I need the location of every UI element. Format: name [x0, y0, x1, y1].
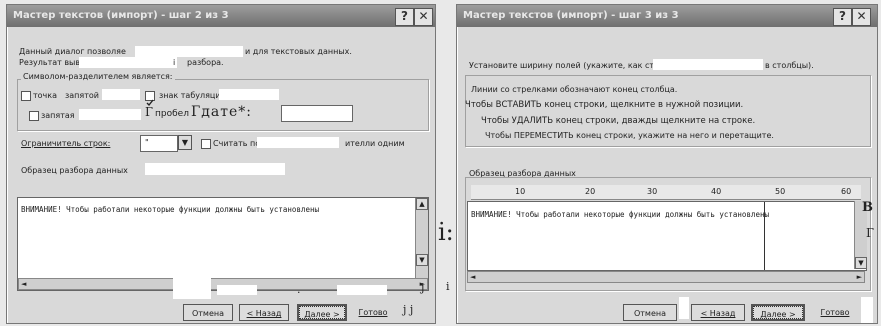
stray-char: i: [446, 280, 450, 293]
treat-consecutive-label-end: ителли одним: [345, 139, 405, 148]
info-line-2: Чтобы ВСТАВИТЬ конец строки, щелкните в …: [465, 100, 744, 110]
text-import-wizard-step3-dialog: Мастер текстов (импорт) - шаг 3 из 3 ? ✕…: [456, 4, 878, 324]
finish-button[interactable]: Готово: [353, 304, 393, 321]
redacted-block: [79, 109, 141, 120]
back-button[interactable]: < Назад: [691, 304, 745, 321]
data-preview-pane[interactable]: ВНИМАНИЕ! Чтобы работали некоторые функц…: [17, 197, 429, 291]
redacted-block: [102, 89, 140, 100]
redacted-block: [257, 137, 339, 148]
preview-row-1: ВНИМАНИЕ! Чтобы работали некоторые функц…: [471, 210, 770, 219]
redacted-block: [679, 297, 689, 319]
stray-chars: j j: [403, 303, 414, 316]
finish-button[interactable]: Готово: [815, 304, 855, 321]
scroll-left-icon[interactable]: ◄: [21, 280, 26, 288]
edge-char-g: Г: [866, 226, 874, 240]
column-break-line[interactable]: [764, 202, 765, 270]
preview-label: Образец разбора данных: [21, 166, 128, 175]
treat-consecutive-checkbox[interactable]: [201, 139, 211, 149]
stray-dot: .: [297, 283, 301, 296]
redacted-block: [79, 57, 177, 68]
redacted-block: [337, 285, 387, 295]
title-bar: Мастер текстов (импорт) - шаг 3 из 3: [457, 5, 877, 27]
dot-checkbox[interactable]: [21, 91, 31, 101]
stray-mark: i:: [438, 218, 454, 246]
instructions-text: Установите ширину полей (укажите, как ст…: [469, 61, 669, 70]
ruler-mark-20: 20: [585, 187, 596, 196]
text-qualifier-label: Ограничитель строк:: [21, 139, 111, 148]
redacted-block: [145, 163, 285, 175]
title-bar: Мастер текстов (импорт) - шаг 2 из 3: [7, 5, 435, 27]
text-qualifier-value: ": [145, 138, 149, 147]
info-line-3: Чтобы УДАЛИТЬ конец строки, дважды щелкн…: [481, 116, 756, 126]
help-button[interactable]: ?: [833, 8, 852, 26]
ruler-mark-50: 50: [775, 187, 786, 196]
tab-checkbox[interactable]: [145, 91, 155, 107]
description-line1-end: и для текстовых данных.: [245, 47, 352, 56]
comma-option-label: запятой: [65, 91, 99, 100]
description-line2: Результат выво: [19, 58, 85, 67]
next-button[interactable]: Далее >: [297, 304, 347, 321]
dot-label: точка: [33, 91, 58, 100]
other-label: Гдате*:: [191, 104, 252, 120]
close-button[interactable]: ✕: [414, 8, 433, 26]
next-button[interactable]: Далее >: [751, 304, 805, 321]
horizontal-scrollbar[interactable]: ◄ ►: [467, 271, 865, 283]
scroll-right-icon[interactable]: ►: [857, 273, 862, 281]
redacted-block: [173, 271, 211, 299]
column-ruler[interactable]: 10 20 30 40 50 60: [471, 185, 861, 200]
redacted-block: [135, 46, 243, 57]
redacted-block: [219, 89, 279, 100]
comma-label: запятая: [41, 111, 75, 120]
description-line2-end: разбора.: [187, 58, 224, 67]
cancel-button[interactable]: Отмена: [183, 304, 233, 321]
instructions-text-end: в столбцы).: [765, 61, 814, 70]
vertical-scrollbar[interactable]: ▲ ▼: [415, 198, 428, 278]
ruler-mark-40: 40: [711, 187, 722, 196]
ruler-mark-30: 30: [647, 187, 658, 196]
dialog-title: Мастер текстов (импорт) - шаг 2 из 3: [13, 10, 229, 21]
stray-char: j: [421, 281, 425, 294]
ruler-mark-60: 60: [841, 187, 852, 196]
redacted-block: [217, 285, 257, 295]
ruler-mark-10: 10: [515, 187, 526, 196]
scroll-down-icon[interactable]: ▼: [855, 257, 867, 269]
info-line-1: Линии со стрелками обозначают конец стол…: [471, 85, 678, 94]
treat-consecutive-label: Считать пс: [213, 139, 260, 148]
delimiters-group-label: Символом-разделителем является:: [21, 72, 175, 81]
comma-checkbox[interactable]: [29, 111, 39, 121]
help-button[interactable]: ?: [395, 8, 414, 26]
scroll-left-icon[interactable]: ◄: [470, 273, 475, 281]
data-preview-pane[interactable]: ВНИМАНИЕ! Чтобы работали некоторые функц…: [467, 201, 867, 271]
space-label: пробел: [155, 109, 189, 119]
redacted-block: [861, 297, 873, 323]
other-delimiter-input[interactable]: [281, 105, 353, 122]
back-button[interactable]: < Назад: [239, 304, 289, 321]
text-qualifier-select[interactable]: ": [140, 135, 178, 152]
description-mark: i: [173, 58, 176, 67]
info-line-4: Чтобы ПЕРЕМЕСТИТЬ конец строки, укажите …: [485, 131, 774, 140]
space-prefix: Г: [145, 105, 153, 119]
text-import-wizard-step2-dialog: Мастер текстов (импорт) - шаг 2 из 3 ? ✕…: [6, 4, 436, 324]
dialog-title: Мастер текстов (импорт) - шаг 3 из 3: [463, 10, 679, 21]
cancel-button[interactable]: Отмена: [623, 304, 677, 321]
redacted-block: [653, 59, 763, 70]
scroll-down-icon[interactable]: ▼: [416, 254, 428, 266]
description-line1: Данный диалог позволяе: [19, 47, 126, 56]
chevron-down-icon[interactable]: ▼: [178, 135, 192, 150]
tab-label: знак табуляции: [159, 91, 226, 100]
edge-char-b: В: [862, 200, 873, 215]
scroll-up-icon[interactable]: ▲: [416, 198, 428, 210]
preview-row-1: ВНИМАНИЕ! Чтобы работали некоторые функц…: [21, 205, 320, 214]
close-button[interactable]: ✕: [852, 8, 871, 26]
